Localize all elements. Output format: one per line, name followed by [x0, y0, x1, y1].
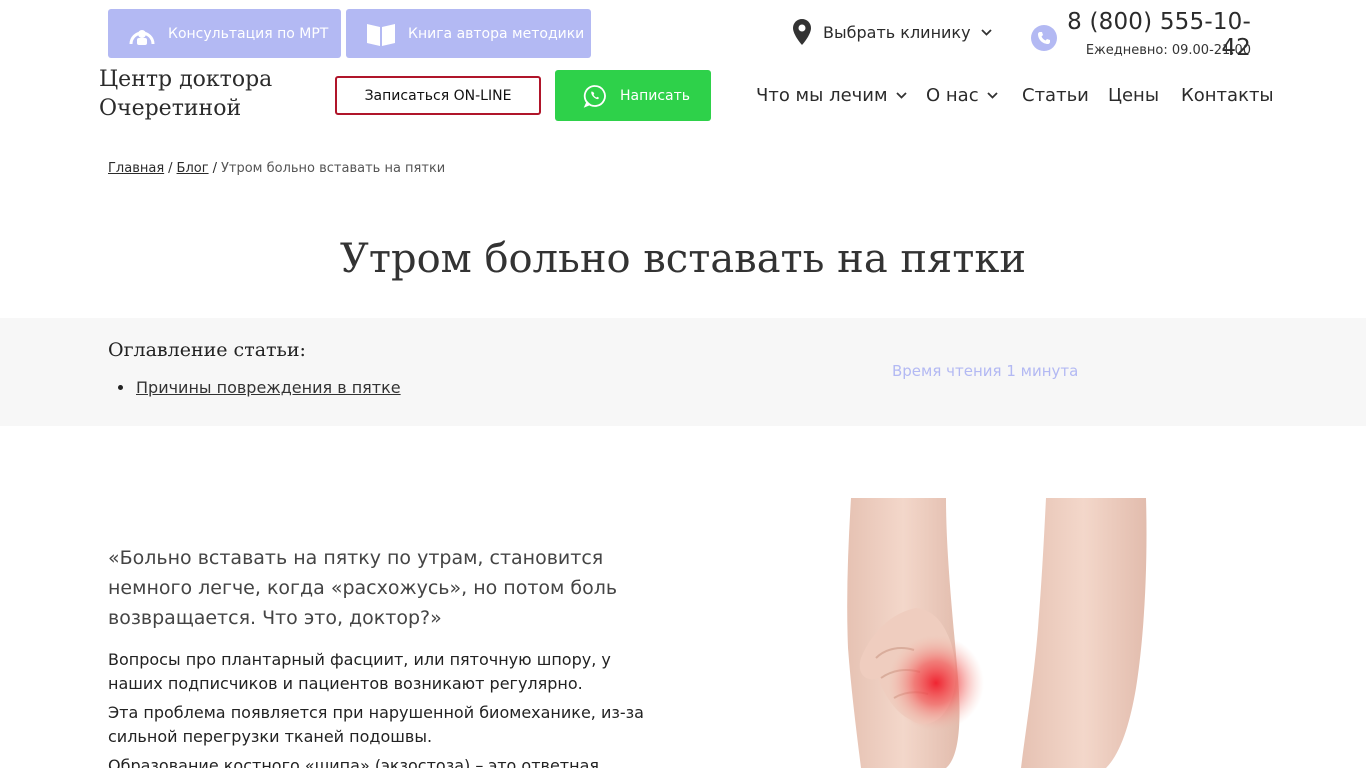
phone-icon[interactable]: [1031, 25, 1057, 51]
chevron-down-icon: [895, 91, 907, 99]
nav-item-about[interactable]: О нас: [926, 85, 998, 106]
article-paragraph: Эта проблема появляется при нарушенной б…: [108, 703, 644, 746]
nav-item-label: Что мы лечим: [756, 84, 888, 106]
main-nav: Что мы лечим О нас Статьи Цены Контакты: [756, 83, 1274, 107]
author-book-button[interactable]: Книга автора методики: [346, 9, 591, 58]
page-title: Утром больно вставать на пятки: [339, 236, 1027, 282]
article-paragraph: Образование костного «шипа» (экзостоза) …: [108, 756, 599, 768]
whatsapp-write-label: Написать: [620, 87, 691, 104]
breadcrumb-blog-link[interactable]: Блог: [177, 161, 209, 176]
toc-link[interactable]: Причины повреждения в пятке: [136, 378, 401, 397]
whatsapp-icon: [583, 84, 607, 108]
chevron-down-icon: [986, 91, 998, 99]
site-logo[interactable]: Центр доктора Очеретиной: [99, 65, 319, 123]
logo-line-1: Центр доктора: [99, 67, 273, 92]
breadcrumb-separator: /: [212, 161, 217, 176]
toc-item: Причины повреждения в пятке: [118, 378, 401, 397]
heel-pain-photo-icon: [696, 498, 1260, 768]
breadcrumb-separator: /: [168, 161, 173, 176]
breadcrumb-current: Утром больно вставать на пятки: [220, 161, 446, 176]
breadcrumb: Главная / Блог / Утром больно вставать на пя…: [108, 161, 445, 176]
nav-item-what-we-treat[interactable]: Что мы лечим: [756, 85, 907, 106]
chevron-down-icon: [980, 28, 992, 36]
author-book-label: Книга автора методики: [408, 25, 585, 42]
map-pin-icon: [793, 19, 811, 45]
breadcrumb-home-link[interactable]: Главная: [108, 161, 164, 176]
clinic-select[interactable]: Выбрать клинику: [793, 15, 992, 49]
nav-item-label: Контакты: [1181, 84, 1274, 106]
nav-item-contacts[interactable]: Контакты: [1181, 85, 1274, 106]
mri-scanner-icon: [128, 20, 156, 48]
whatsapp-write-button[interactable]: Написать: [555, 70, 711, 121]
working-hours: Ежедневно: 09.00-21.00: [1085, 43, 1251, 58]
toc-title: Оглавление статьи:: [108, 339, 306, 361]
nav-item-label: Цены: [1108, 84, 1160, 106]
bullet-icon: [118, 385, 123, 390]
nav-item-prices[interactable]: Цены: [1108, 85, 1159, 106]
mri-consultation-button[interactable]: Консультация по МРТ: [108, 9, 341, 58]
online-signup-button[interactable]: Записаться ON-LINE: [335, 76, 541, 115]
nav-item-label: О нас: [926, 84, 979, 106]
book-icon: [366, 21, 396, 47]
reading-time: Время чтения 1 минута: [892, 362, 1079, 380]
toc-list: Причины повреждения в пятке: [118, 378, 401, 397]
clinic-select-label: Выбрать клинику: [823, 22, 971, 42]
nav-item-label: Статьи: [1022, 84, 1089, 106]
article-paragraph: Вопросы про плантарный фасциит, или пято…: [108, 650, 611, 693]
article-lead-quote: «Больно вставать на пятку по утрам, стан…: [108, 547, 618, 629]
nav-item-articles[interactable]: Статьи: [1022, 85, 1089, 106]
heel-pain-image: [696, 498, 1260, 768]
table-of-contents-panel: [0, 318, 1366, 426]
mri-consultation-label: Консультация по МРТ: [168, 25, 329, 42]
logo-line-2: Очеретиной: [99, 96, 242, 121]
